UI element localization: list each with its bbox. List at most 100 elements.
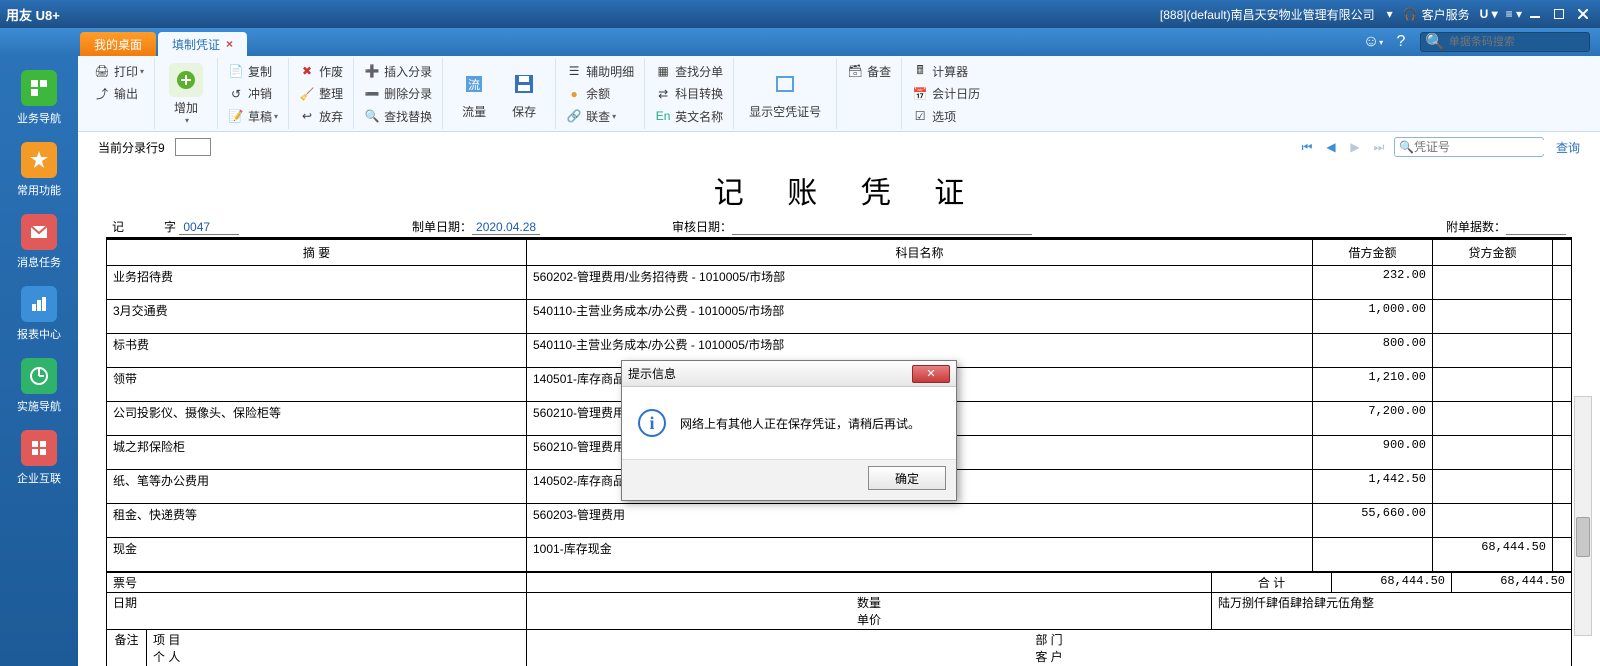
headset-icon[interactable]: 🎧 (1403, 7, 1418, 21)
cell-credit[interactable] (1433, 436, 1553, 469)
sidebar-item-biznav[interactable]: 业务导航 (9, 70, 69, 126)
cell-summary[interactable]: 租金、快递费等 (107, 504, 527, 537)
audit-date[interactable] (732, 234, 1032, 235)
cell-credit[interactable]: 68,444.50 (1433, 538, 1553, 571)
sidebar-item-msg[interactable]: 消息任务 (9, 214, 69, 270)
cell-summary[interactable]: 城之邦保险柜 (107, 436, 527, 469)
btn-eng-name[interactable]: En英文名称 (651, 105, 727, 127)
btn-calc[interactable]: 🖩计算器 (908, 60, 984, 82)
cell-debit[interactable]: 1,210.00 (1313, 368, 1433, 401)
cell-summary[interactable]: 3月交通费 (107, 300, 527, 333)
cell-account[interactable]: 1001-库存现金 (527, 538, 1313, 571)
btn-add[interactable]: 增加▾ (161, 63, 211, 125)
cell-summary[interactable]: 业务招待费 (107, 266, 527, 299)
cell-debit[interactable]: 900.00 (1313, 436, 1433, 469)
btn-void[interactable]: ✖作废 (295, 60, 347, 82)
btn-draft[interactable]: 📝草稿▾ (224, 105, 282, 127)
cell-summary[interactable]: 公司投影仪、摄像头、保险柜等 (107, 402, 527, 435)
customer-service-link[interactable]: 客户服务 (1422, 6, 1470, 23)
config-icon[interactable]: ≡ ▾ (1506, 7, 1522, 21)
btn-find-replace[interactable]: 🔍查找替换 (360, 105, 436, 127)
btn-options[interactable]: ☑选项 (908, 105, 984, 127)
voucher-num-search[interactable]: 🔍 (1394, 137, 1544, 157)
btn-calendar[interactable]: 📅会计日历 (908, 83, 984, 105)
window-close[interactable] (1572, 5, 1594, 23)
voucher-num-input[interactable] (1414, 140, 1569, 154)
cell-debit[interactable]: 1,000.00 (1313, 300, 1433, 333)
btn-print[interactable]: 🖨打印▾ (90, 60, 148, 82)
u-menu[interactable]: U ▾ (1480, 7, 1498, 21)
btn-linked-query[interactable]: 🔗联查▾ (562, 105, 638, 127)
btn-output[interactable]: ⤴输出 (90, 83, 148, 105)
tab-close-icon[interactable]: × (226, 37, 233, 51)
cell-debit[interactable] (1313, 538, 1433, 571)
scrollbar-thumb[interactable] (1576, 517, 1590, 557)
current-line-input[interactable] (175, 138, 211, 156)
cell-debit[interactable]: 232.00 (1313, 266, 1433, 299)
nav-first-icon[interactable]: ⏮ (1298, 138, 1316, 156)
voucher-number[interactable]: 0047 (179, 220, 239, 235)
cell-credit[interactable] (1433, 334, 1553, 367)
btn-show-empty[interactable]: 显示空凭证号 (740, 67, 830, 120)
btn-abandon[interactable]: ↩放弃 (295, 105, 347, 127)
btn-find-sep[interactable]: ▦查找分单 (651, 60, 727, 82)
btn-tidy[interactable]: 🧹整理 (295, 83, 347, 105)
barcode-search[interactable]: 🔍 (1420, 32, 1590, 52)
btn-balance[interactable]: ●余额 (562, 83, 638, 105)
btn-aux-detail[interactable]: ☰辅助明细 (562, 60, 638, 82)
btn-flow[interactable]: 流流量 (449, 67, 499, 120)
grid-row[interactable]: 租金、快递费等560203-管理费用55,660.00 (107, 504, 1571, 538)
dialog-ok-button[interactable]: 确定 (868, 466, 946, 490)
btn-reverse[interactable]: ↺冲销 (224, 83, 282, 105)
left-sidebar: 业务导航 常用功能 消息任务 报表中心 实施导航 企业互联 (0, 56, 78, 666)
cell-summary[interactable]: 纸、笔等办公费用 (107, 470, 527, 503)
query-link[interactable]: 查询 (1556, 139, 1580, 156)
btn-insert-line[interactable]: ➕插入分录 (360, 60, 436, 82)
grid-row[interactable]: 3月交通费540110-主营业务成本/办公费 - 1010005/市场部1,00… (107, 300, 1571, 334)
cell-credit[interactable] (1433, 470, 1553, 503)
cell-debit[interactable]: 800.00 (1313, 334, 1433, 367)
help-icon[interactable]: ? (1392, 33, 1410, 51)
cell-credit[interactable] (1433, 300, 1553, 333)
window-minimize[interactable] (1524, 5, 1546, 23)
smiley-icon[interactable]: ☺ ▾ (1364, 33, 1382, 51)
dialog-close-icon[interactable]: ✕ (912, 365, 950, 383)
nav-last-icon[interactable]: ⏭ (1370, 138, 1388, 156)
dropdown-icon[interactable]: ▾ (1387, 7, 1393, 21)
attach-count[interactable] (1506, 234, 1566, 235)
nav-prev-icon[interactable]: ◀ (1322, 138, 1340, 156)
cell-debit[interactable]: 7,200.00 (1313, 402, 1433, 435)
barcode-search-input[interactable] (1449, 36, 1591, 48)
btn-backup[interactable]: 🗃备查 (843, 60, 895, 82)
cell-credit[interactable] (1433, 402, 1553, 435)
cell-credit[interactable] (1433, 504, 1553, 537)
sidebar-item-impl[interactable]: 实施导航 (9, 358, 69, 414)
voucher-date[interactable]: 2020.04.28 (472, 220, 540, 235)
btn-save[interactable]: 保存 (499, 67, 549, 120)
nav-next-icon[interactable]: ▶ (1346, 138, 1364, 156)
grid-scrollbar[interactable] (1574, 396, 1592, 636)
sidebar-item-ent[interactable]: 企业互联 (9, 430, 69, 486)
btn-acc-convert[interactable]: ⇄科目转换 (651, 83, 727, 105)
tab-home[interactable]: 我的桌面 (80, 32, 156, 56)
cell-credit[interactable] (1433, 266, 1553, 299)
cell-summary[interactable]: 现金 (107, 538, 527, 571)
dialog-title: 提示信息 (628, 365, 676, 382)
btn-delete-line[interactable]: ➖删除分录 (360, 83, 436, 105)
btn-copy[interactable]: 📄复制 (224, 60, 282, 82)
cell-account[interactable]: 560203-管理费用 (527, 504, 1313, 537)
cell-summary[interactable]: 标书费 (107, 334, 527, 367)
cell-account[interactable]: 540110-主营业务成本/办公费 - 1010005/市场部 (527, 300, 1313, 333)
cell-account[interactable]: 560202-管理费用/业务招待费 - 1010005/市场部 (527, 266, 1313, 299)
window-maximize[interactable] (1548, 5, 1570, 23)
grid-row[interactable]: 业务招待费560202-管理费用/业务招待费 - 1010005/市场部232.… (107, 266, 1571, 300)
grid-row[interactable]: 现金1001-库存现金 68,444.50 (107, 538, 1571, 572)
dialog-titlebar[interactable]: 提示信息 ✕ (622, 361, 956, 387)
cell-credit[interactable] (1433, 368, 1553, 401)
cell-debit[interactable]: 1,442.50 (1313, 470, 1433, 503)
cell-debit[interactable]: 55,660.00 (1313, 504, 1433, 537)
tab-voucher[interactable]: 填制凭证× (158, 32, 247, 56)
cell-summary[interactable]: 领带 (107, 368, 527, 401)
sidebar-item-fav[interactable]: 常用功能 (9, 142, 69, 198)
sidebar-item-report[interactable]: 报表中心 (9, 286, 69, 342)
